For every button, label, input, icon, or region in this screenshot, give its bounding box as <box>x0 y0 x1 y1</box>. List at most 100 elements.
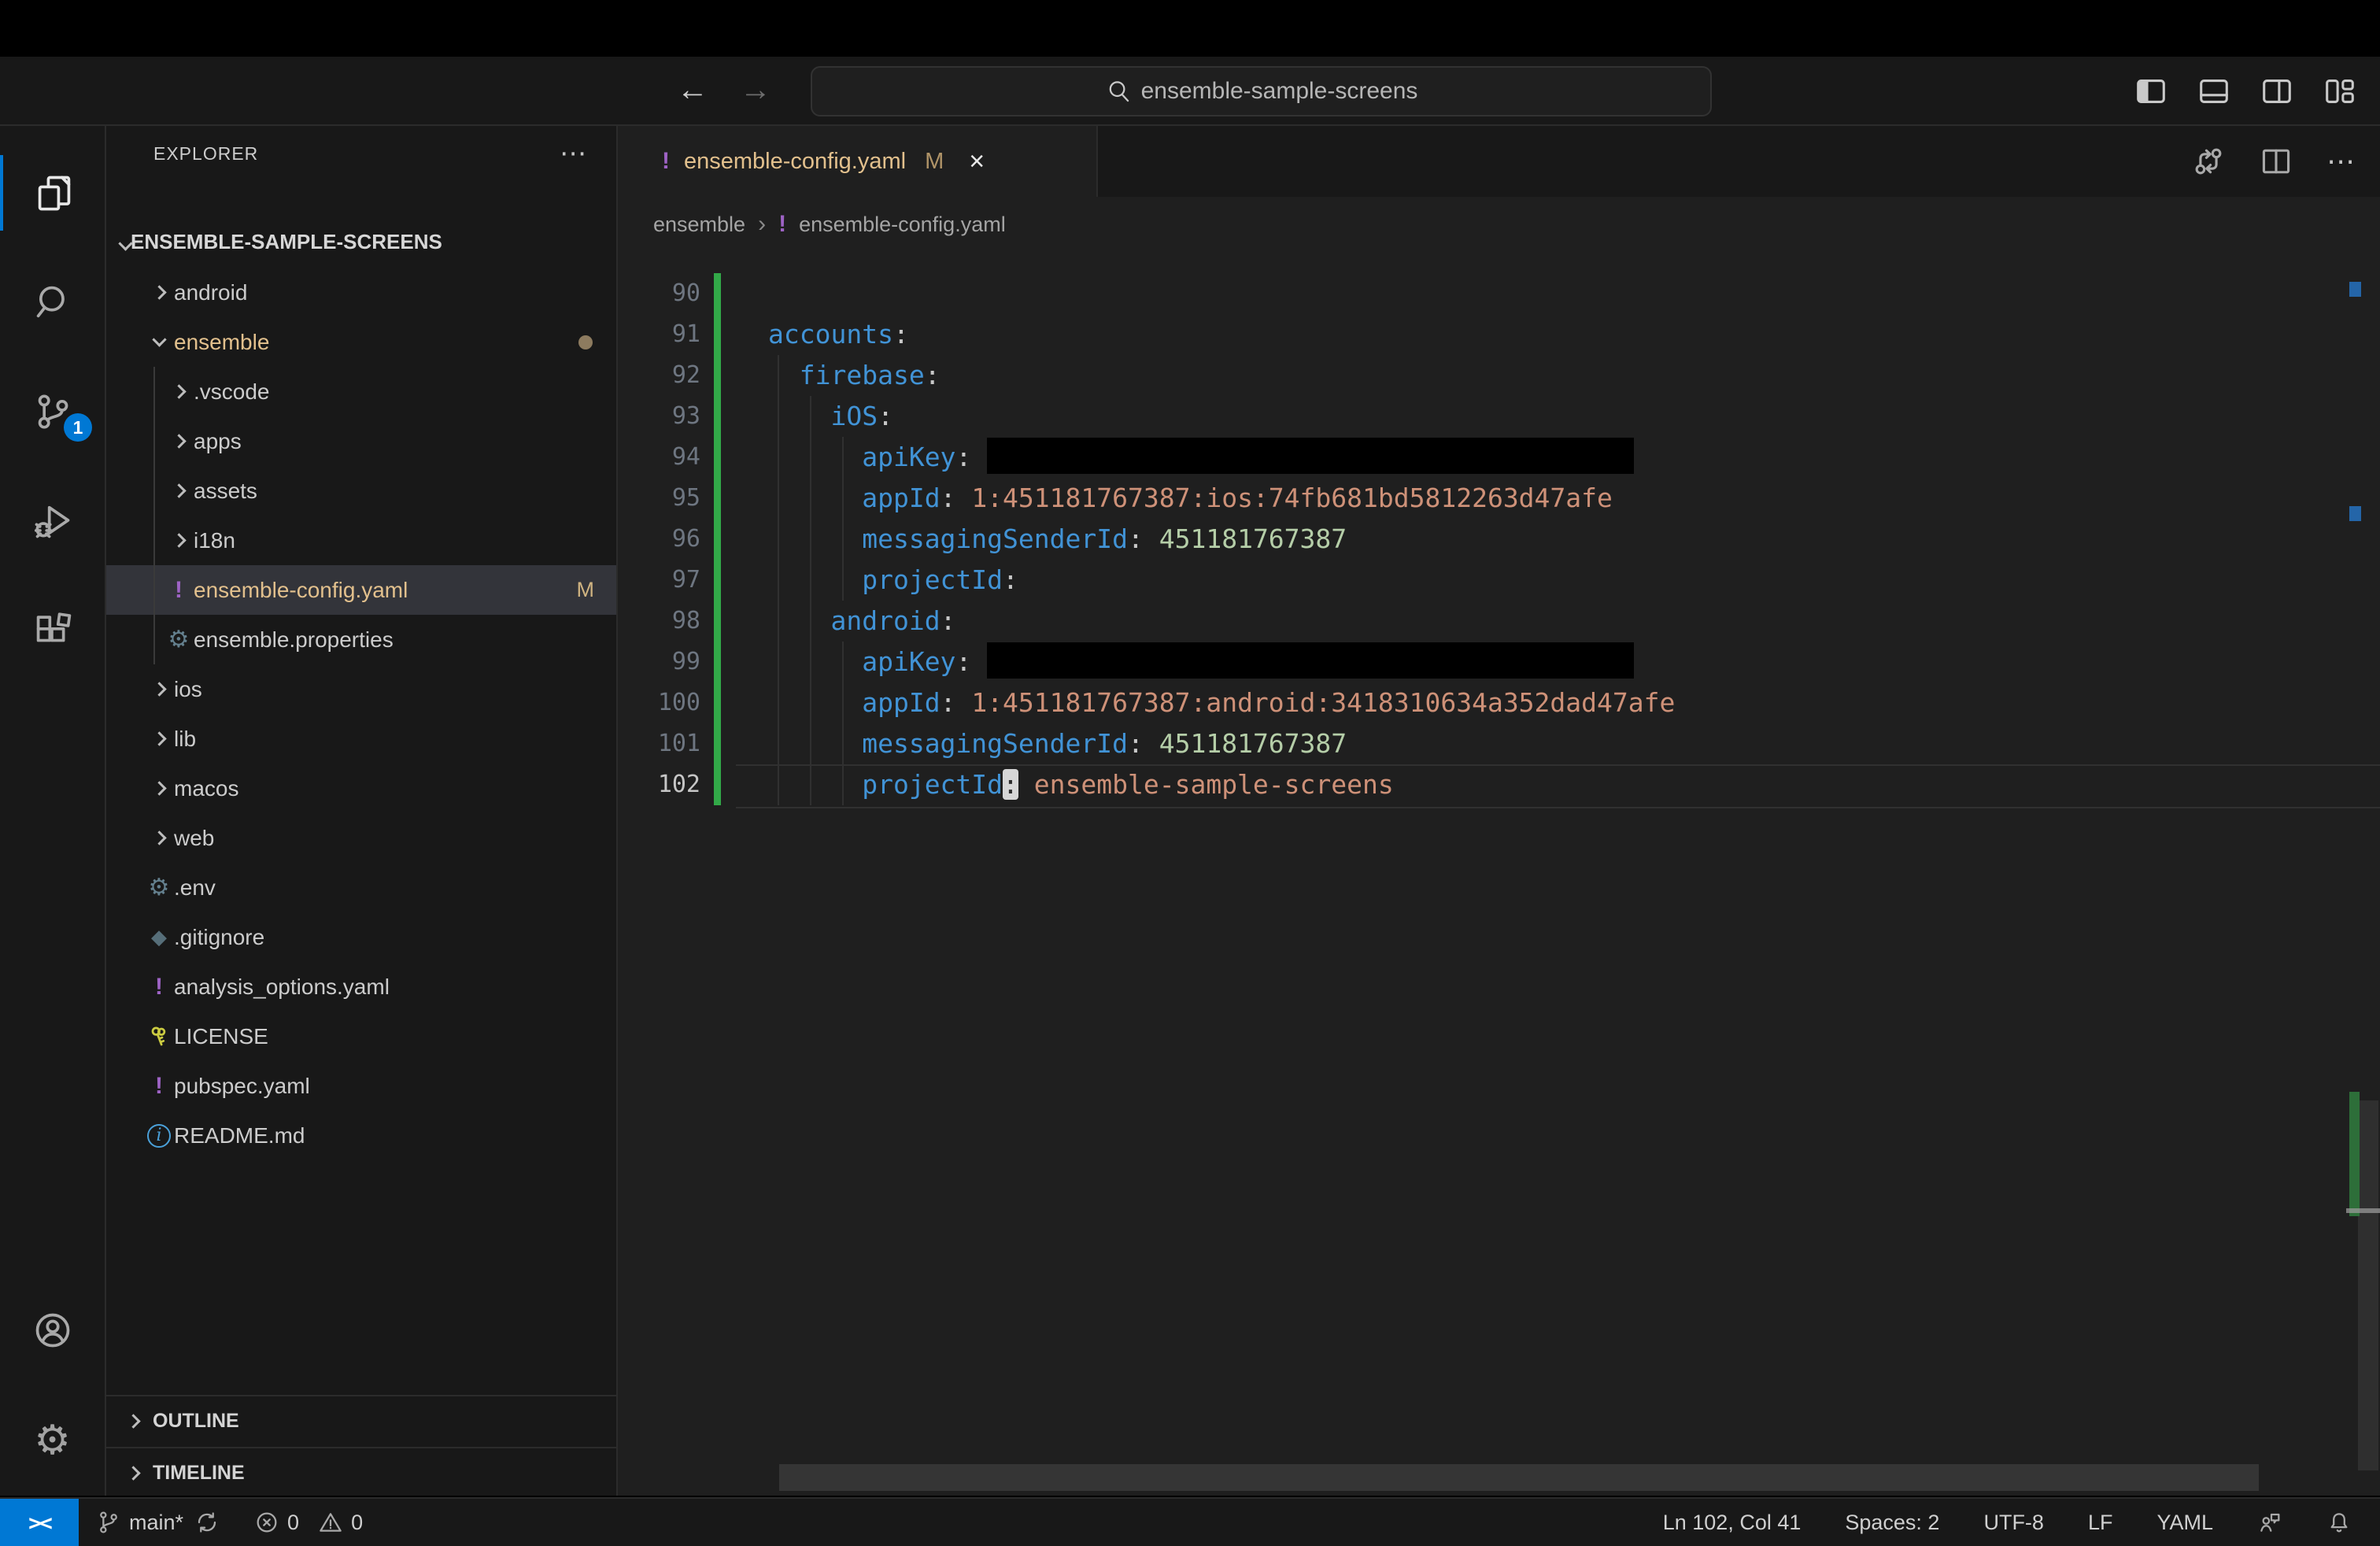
horizontal-scrollbar[interactable] <box>779 1464 2259 1491</box>
tree-item-label: ensemble-config.yaml <box>194 577 408 602</box>
line-number: 92 <box>671 361 700 389</box>
yaml-colon: : <box>955 442 972 472</box>
problems-status[interactable]: 0 0 <box>254 1510 363 1535</box>
open-changes-icon[interactable] <box>2191 144 2226 179</box>
line-number: 91 <box>671 320 700 348</box>
tree-file-.gitignore[interactable]: ◆ .gitignore <box>106 912 616 962</box>
tree-folder-apps[interactable]: apps <box>106 416 616 466</box>
timeline-panel-header[interactable]: TIMELINE <box>106 1447 616 1496</box>
tab-ensemble-config[interactable]: ! ensemble-config.yaml M × <box>618 126 1098 197</box>
forward-arrow-icon[interactable]: → <box>732 57 779 126</box>
tree-folder-lib[interactable]: lib <box>106 714 616 764</box>
tree-file-pubspec.yaml[interactable]: ! pubspec.yaml <box>106 1061 616 1111</box>
root-folder-label: ENSEMBLE-SAMPLE-SCREENS <box>131 229 442 253</box>
command-center-search[interactable]: ensemble-sample-screens <box>811 66 1712 117</box>
yaml-colon: : <box>940 605 956 636</box>
cursor-position[interactable]: Ln 102, Col 41 <box>1663 1511 1802 1535</box>
code-line-95[interactable]: 95 appId: 1:451181767387:ios:74fb681bd58… <box>618 478 2380 519</box>
yaml-colon: : <box>924 360 941 390</box>
sidebar-header: EXPLORER ⋯ <box>106 126 616 181</box>
code-line-101[interactable]: 101 messagingSenderId: 451181767387 <box>618 723 2380 764</box>
activity-bar: 1 ⚙ <box>0 126 106 1496</box>
code-line-96[interactable]: 96 messagingSenderId: 451181767387 <box>618 519 2380 560</box>
settings-gear-icon[interactable]: ⚙ <box>0 1403 105 1478</box>
code-line-99[interactable]: 99 apiKey: <box>618 642 2380 682</box>
run-debug-icon[interactable] <box>0 483 105 559</box>
error-count: 0 <box>287 1510 300 1534</box>
file-tree: android ensemble .vscode apps assets i18n! ens… <box>106 268 616 1160</box>
yaml-colon: : <box>878 401 893 431</box>
vertical-scrollbar[interactable] <box>2358 1100 2378 1470</box>
remote-indicator[interactable]: >< <box>0 1499 79 1546</box>
source-control-icon[interactable]: 1 <box>0 374 105 449</box>
sync-status[interactable] <box>194 1510 220 1535</box>
tree-item-label: .vscode <box>194 379 270 404</box>
chevron-right-icon <box>151 830 167 845</box>
tree-root-row[interactable]: ENSEMBLE-SAMPLE-SCREENS <box>106 218 616 265</box>
encoding[interactable]: UTF-8 <box>1983 1511 2044 1535</box>
tree-folder-.vscode[interactable]: .vscode <box>106 367 616 416</box>
tree-file-ensemble-config.yaml[interactable]: ! ensemble-config.yaml M <box>106 565 616 615</box>
language-mode[interactable]: YAML <box>2156 1511 2213 1535</box>
tree-file-ensemble.properties[interactable]: ⚙ ensemble.properties <box>106 615 616 664</box>
code-line-100[interactable]: 100 appId: 1:451181767387:android:341831… <box>618 682 2380 723</box>
vscode-window: ← → ensemble-sample-screens 1 ⚙ EXPLORER… <box>0 0 2380 1546</box>
branch-status[interactable]: main* <box>96 1510 183 1535</box>
accounts-icon[interactable] <box>0 1293 105 1368</box>
eol[interactable]: LF <box>2088 1511 2113 1535</box>
code-line-93[interactable]: 93 iOS: <box>618 396 2380 437</box>
tab-strip: ! ensemble-config.yaml M × ⋯ <box>618 126 2380 197</box>
tree-folder-i18n[interactable]: i18n <box>106 516 616 565</box>
notifications-bell-icon[interactable] <box>2326 1510 2352 1535</box>
key-icon <box>151 1026 166 1045</box>
chevron-down-icon <box>151 332 167 347</box>
yaml-colon: : <box>940 483 956 513</box>
code-line-97[interactable]: 97 projectId: <box>618 560 2380 601</box>
yaml-key: firebase <box>799 360 925 390</box>
tab-modified-badge: M <box>925 148 944 174</box>
split-editor-icon[interactable] <box>2259 144 2293 179</box>
tree-item-label: apps <box>194 428 242 453</box>
back-arrow-icon[interactable]: ← <box>669 57 716 126</box>
code-line-94[interactable]: 94 apiKey: <box>618 437 2380 478</box>
yaml-key: apiKey <box>862 442 956 472</box>
yaml-key: projectId <box>862 769 1003 800</box>
tree-file-LICENSE[interactable]: LICENSE <box>106 1012 616 1061</box>
feedback-icon[interactable] <box>2257 1510 2282 1535</box>
tree-folder-web[interactable]: web <box>106 813 616 863</box>
chevron-right-icon <box>151 682 167 697</box>
yaml-colon: : <box>1127 728 1144 759</box>
breadcrumb-folder[interactable]: ensemble <box>653 213 745 237</box>
code-line-92[interactable]: 92 firebase: <box>618 355 2380 396</box>
toggle-sidebar-icon[interactable] <box>2133 73 2169 109</box>
outline-panel-header[interactable]: OUTLINE <box>106 1395 616 1445</box>
explorer-icon[interactable] <box>0 155 105 231</box>
search-view-icon[interactable] <box>0 264 105 340</box>
code-line-98[interactable]: 98 android: <box>618 601 2380 642</box>
indent-guide <box>810 396 811 805</box>
code-area[interactable]: 90 91 accounts: 92 firebase: 93 iOS: 94 apiKe… <box>618 273 2380 808</box>
tree-folder-assets[interactable]: assets <box>106 466 616 516</box>
yaml-key: iOS <box>830 401 878 431</box>
code-line-91[interactable]: 91 accounts: <box>618 314 2380 355</box>
tree-folder-ios[interactable]: ios <box>106 664 616 714</box>
tree-folder-macos[interactable]: macos <box>106 764 616 813</box>
tree-folder-android[interactable]: android <box>106 268 616 317</box>
toggle-panel-icon[interactable] <box>2196 73 2232 109</box>
tree-file-.env[interactable]: ⚙ .env <box>106 863 616 912</box>
tree-file-README.md[interactable]: i README.md <box>106 1111 616 1160</box>
tab-close-icon[interactable]: × <box>969 146 985 177</box>
breadcrumb-file[interactable]: ensemble-config.yaml <box>799 213 1006 237</box>
tree-item-label: README.md <box>174 1123 305 1148</box>
indentation[interactable]: Spaces: 2 <box>1845 1511 1939 1535</box>
tree-file-analysis_options.yaml[interactable]: ! analysis_options.yaml <box>106 962 616 1012</box>
toggle-secondary-sidebar-icon[interactable] <box>2259 73 2295 109</box>
breadcrumb: ensemble › ! ensemble-config.yaml <box>653 197 1006 252</box>
explorer-more-actions-icon[interactable]: ⋯ <box>560 138 588 169</box>
customize-layout-icon[interactable] <box>2322 73 2358 109</box>
extensions-icon[interactable] <box>0 593 105 668</box>
code-line-102[interactable]: 102 projectId: ensemble-sample-screens <box>618 764 2380 808</box>
editor-more-actions-icon[interactable]: ⋯ <box>2326 145 2356 178</box>
code-line-90[interactable]: 90 <box>618 273 2380 314</box>
tree-folder-ensemble[interactable]: ensemble <box>106 317 616 367</box>
